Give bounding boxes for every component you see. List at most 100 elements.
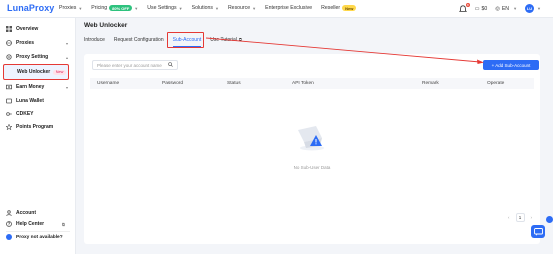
sidebar-item-web-unlocker[interactable]: Web Unlocker New bbox=[17, 69, 66, 75]
sidebar-item-account[interactable]: Account bbox=[6, 210, 36, 216]
search-icon[interactable] bbox=[168, 62, 173, 68]
column-status: Status bbox=[227, 81, 241, 86]
sidebar-item-label: Points Program bbox=[16, 124, 54, 130]
new-badge: New bbox=[53, 69, 66, 75]
discount-badge: 80% OFF bbox=[109, 5, 133, 11]
user-menu[interactable]: LU ▼ bbox=[525, 4, 541, 13]
add-sub-account-button[interactable]: + Add Sub-Account bbox=[483, 60, 539, 70]
sidebar-item-label: Help Center bbox=[16, 221, 45, 227]
sidebar-item-earn-money[interactable]: Earn Money ▾ bbox=[6, 84, 68, 90]
sidebar-item-overview[interactable]: Overview bbox=[6, 26, 38, 32]
external-link-icon: ⧉ bbox=[238, 37, 242, 42]
chevron-down-icon: ▾ bbox=[66, 84, 69, 90]
chevron-down-icon: ▼ bbox=[537, 6, 541, 11]
help-icon: ? bbox=[6, 221, 12, 227]
sidebar-item-label: Web Unlocker bbox=[17, 69, 51, 75]
info-icon bbox=[6, 234, 12, 240]
sidebar-item-proxies[interactable]: Proxies ▾ bbox=[6, 40, 68, 46]
column-password: Password bbox=[162, 81, 184, 86]
column-remark: Remark bbox=[422, 81, 439, 86]
empty-state-text: No Sub-User Data bbox=[293, 165, 331, 170]
wallet-icon bbox=[6, 98, 12, 104]
chevron-down-icon: ▼ bbox=[252, 5, 257, 11]
language-value: EN bbox=[501, 5, 510, 12]
globe-icon bbox=[6, 40, 12, 46]
page-number[interactable]: 1 bbox=[515, 213, 525, 222]
table-header: Username Password Status API Token Remar… bbox=[90, 78, 534, 89]
top-right-tools: 8 ▭ $0 ◎ EN ▼ LU ▼ bbox=[458, 2, 541, 13]
bell-icon[interactable]: 8 bbox=[458, 2, 470, 13]
nav-enterprise[interactable]: Enterprise Exclusive bbox=[265, 5, 312, 11]
tab-use-tutorial[interactable]: Use Tutorial ⧉ bbox=[210, 37, 242, 47]
prev-page-icon[interactable]: ‹ bbox=[508, 215, 510, 220]
chevron-down-icon: ▾ bbox=[66, 40, 69, 46]
nav-use-settings-label: Use Settings bbox=[147, 5, 177, 11]
sidebar-divider bbox=[6, 231, 70, 232]
wallet-icon: ▭ bbox=[474, 5, 480, 12]
chevron-down-icon: ▼ bbox=[178, 5, 183, 11]
nav-proxies[interactable]: Proxies ▼ bbox=[59, 5, 82, 11]
proxy-not-available-label: Proxy not available? bbox=[16, 234, 63, 240]
new-badge: New bbox=[342, 5, 357, 11]
chevron-down-icon: ▼ bbox=[214, 5, 219, 11]
tab-use-tutorial-label: Use Tutorial bbox=[210, 37, 237, 43]
chat-icon bbox=[533, 227, 543, 236]
sidebar-item-label: Overview bbox=[16, 26, 39, 32]
sidebar-item-cdkey[interactable]: CDKEY bbox=[6, 111, 34, 117]
search-placeholder: Please enter your account name bbox=[97, 62, 162, 68]
floating-helper-icon[interactable] bbox=[546, 216, 553, 223]
key-icon bbox=[6, 111, 12, 117]
page-title: Web Unlocker bbox=[84, 22, 128, 29]
external-link-icon: ⧉ bbox=[62, 221, 65, 227]
nav-pricing-label: Pricing bbox=[91, 5, 108, 11]
nav-reseller[interactable]: Reseller New bbox=[321, 5, 357, 11]
sidebar-item-label: Proxy Setting bbox=[16, 54, 49, 60]
chevron-down-icon: ▼ bbox=[78, 5, 83, 11]
balance-value: $0 bbox=[481, 5, 488, 12]
nav-pricing[interactable]: Pricing 80% OFF ▼ bbox=[91, 5, 138, 11]
user-icon bbox=[6, 210, 12, 216]
sidebar-item-points-program[interactable]: Points Program bbox=[6, 124, 53, 130]
chevron-up-icon: ▴ bbox=[66, 54, 69, 60]
column-username: Username bbox=[97, 81, 120, 86]
chevron-down-icon: ▼ bbox=[513, 6, 518, 11]
brand-logo[interactable]: LunaProxy bbox=[7, 3, 54, 13]
sidebar-item-luna-wallet[interactable]: Luna Wallet bbox=[6, 98, 44, 104]
sidebar-item-label: Earn Money bbox=[16, 84, 45, 90]
sidebar-item-label: Account bbox=[16, 210, 36, 216]
column-api-token: API Token bbox=[292, 81, 314, 86]
sidebar-item-help-center[interactable]: ? Help Center ⧉ bbox=[6, 221, 65, 227]
gear-icon bbox=[6, 54, 12, 60]
nav-resource-label: Resource bbox=[227, 5, 251, 11]
tab-introduce[interactable]: Introduce bbox=[84, 37, 105, 47]
sidebar-item-label: Luna Wallet bbox=[16, 98, 44, 104]
sidebar-item-label: Proxies bbox=[16, 40, 35, 46]
nav-reseller-label: Reseller bbox=[321, 5, 341, 11]
nav-solutions-label: Solutions bbox=[191, 5, 213, 11]
nav-enterprise-label: Enterprise Exclusive bbox=[265, 5, 313, 11]
tab-request-configuration[interactable]: Request Configuration bbox=[114, 37, 164, 47]
sidebar-item-proxy-setting[interactable]: Proxy Setting ▴ bbox=[6, 54, 68, 60]
main-nav: Proxies ▼ Pricing 80% OFF ▼ Use Settings ▼ S… bbox=[59, 5, 365, 11]
balance-display[interactable]: ▭ $0 bbox=[475, 6, 488, 12]
nav-resource[interactable]: Resource ▼ bbox=[228, 5, 256, 11]
next-page-icon[interactable]: › bbox=[531, 215, 533, 220]
chat-support-button[interactable] bbox=[531, 225, 545, 238]
grid-icon bbox=[6, 26, 12, 32]
avatar: LU bbox=[525, 4, 535, 13]
empty-state-illustration bbox=[294, 122, 330, 152]
nav-solutions[interactable]: Solutions ▼ bbox=[192, 5, 219, 11]
nav-use-settings[interactable]: Use Settings ▼ bbox=[147, 5, 182, 11]
star-icon bbox=[6, 124, 12, 130]
sidebar: Overview Proxies ▾ Proxy Setting ▴ Web Unl… bbox=[0, 18, 76, 254]
proxy-not-available-link[interactable]: Proxy not available? bbox=[6, 234, 63, 240]
sub-account-highlight bbox=[167, 32, 204, 48]
language-select[interactable]: ◎ EN ▼ bbox=[495, 6, 517, 12]
chevron-down-icon: ▼ bbox=[134, 5, 139, 11]
search-input[interactable]: Please enter your account name bbox=[92, 60, 178, 70]
sub-account-panel: Please enter your account name + Add Sub… bbox=[84, 54, 540, 244]
notification-count: 8 bbox=[465, 2, 470, 7]
top-nav-bar: LunaProxy Proxies ▼ Pricing 80% OFF ▼ Use S… bbox=[0, 0, 553, 18]
nav-proxies-label: Proxies bbox=[59, 5, 77, 11]
sidebar-item-label: CDKEY bbox=[16, 111, 34, 117]
